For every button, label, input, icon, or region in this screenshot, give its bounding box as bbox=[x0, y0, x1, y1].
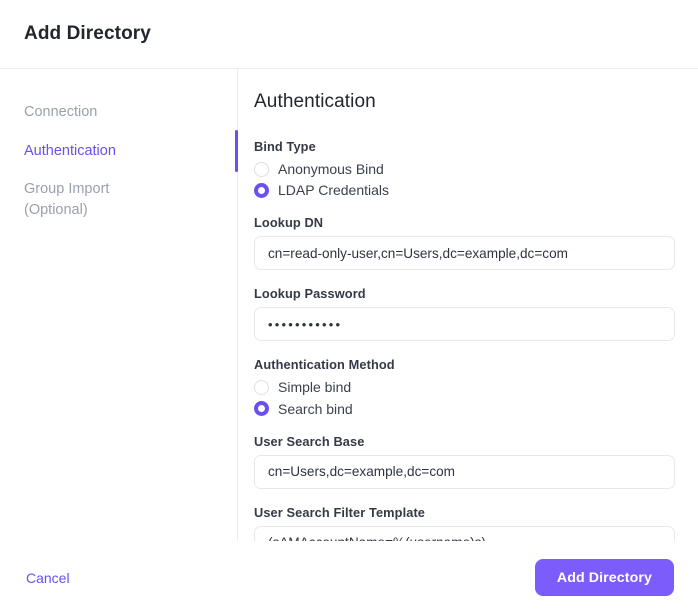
lookup-dn-input[interactable] bbox=[254, 236, 675, 271]
radio-label: LDAP Credentials bbox=[278, 182, 390, 199]
dialog-header: Add Directory bbox=[0, 0, 698, 69]
lookup-password-input[interactable] bbox=[254, 307, 675, 342]
radio-simple-bind[interactable]: Simple bind bbox=[254, 378, 675, 396]
sidebar-item-connection[interactable]: Connection bbox=[0, 93, 237, 132]
radio-label: Anonymous Bind bbox=[278, 161, 384, 177]
radio-icon-selected[interactable] bbox=[254, 401, 269, 417]
lookup-password-label: Lookup Password bbox=[254, 286, 366, 302]
radio-search-bind[interactable]: Search bind bbox=[254, 400, 675, 418]
active-step-indicator bbox=[235, 129, 238, 172]
bind-type-label: Bind Type bbox=[254, 139, 316, 154]
user-search-base-input[interactable] bbox=[254, 454, 675, 489]
field-group-lookup-password: Lookup Password bbox=[254, 286, 675, 342]
lookup-dn-label: Lookup DN bbox=[254, 215, 324, 231]
field-group-lookup-dn: Lookup DN bbox=[254, 215, 675, 271]
radio-icon-selected[interactable] bbox=[254, 182, 269, 198]
sidebar-item-group-import[interactable]: Group Import (Optional) bbox=[0, 170, 237, 229]
radio-icon[interactable] bbox=[254, 161, 269, 177]
radio-anonymous-bind[interactable]: Anonymous Bind bbox=[254, 160, 675, 178]
authentication-method-label: Authentication Method bbox=[254, 357, 395, 373]
add-directory-button[interactable]: Add Directory bbox=[534, 559, 674, 596]
field-group-authentication-method: Authentication Method Simple bind Search… bbox=[254, 357, 675, 417]
sidebar-item-label: Group Import (Optional) bbox=[24, 181, 110, 218]
section-heading: Authentication bbox=[254, 91, 376, 112]
sidebar-item-authentication[interactable]: Authentication bbox=[0, 129, 238, 172]
sidebar-item-label: Connection bbox=[24, 104, 98, 120]
radio-ldap-credentials[interactable]: LDAP Credentials bbox=[254, 181, 675, 199]
radio-icon[interactable] bbox=[254, 379, 269, 395]
wizard-step-sidebar: Connection Authentication Group Import (… bbox=[0, 69, 238, 541]
cancel-button[interactable]: Cancel bbox=[24, 566, 72, 590]
sidebar-item-label: Authentication bbox=[24, 142, 116, 159]
field-group-user-search-base: User Search Base bbox=[254, 434, 675, 489]
user-search-filter-template-label: User Search Filter Template bbox=[254, 504, 426, 520]
user-search-base-label: User Search Base bbox=[254, 433, 365, 449]
authentication-panel: Authentication Bind Type Anonymous Bind … bbox=[238, 69, 698, 541]
user-search-filter-template-input[interactable] bbox=[254, 525, 675, 541]
field-group-bind-type: Bind Type Anonymous Bind LDAP Credential… bbox=[254, 139, 675, 199]
dialog-footer: Cancel Add Directory bbox=[0, 541, 698, 614]
add-directory-dialog: Add Directory Connection Authentication … bbox=[0, 0, 698, 614]
field-group-user-search-filter-template: User Search Filter Template bbox=[254, 505, 675, 541]
page-title: Add Directory bbox=[24, 23, 151, 44]
radio-label: Simple bind bbox=[278, 379, 352, 396]
radio-label: Search bind bbox=[278, 400, 353, 417]
dialog-body: Connection Authentication Group Import (… bbox=[0, 69, 698, 541]
